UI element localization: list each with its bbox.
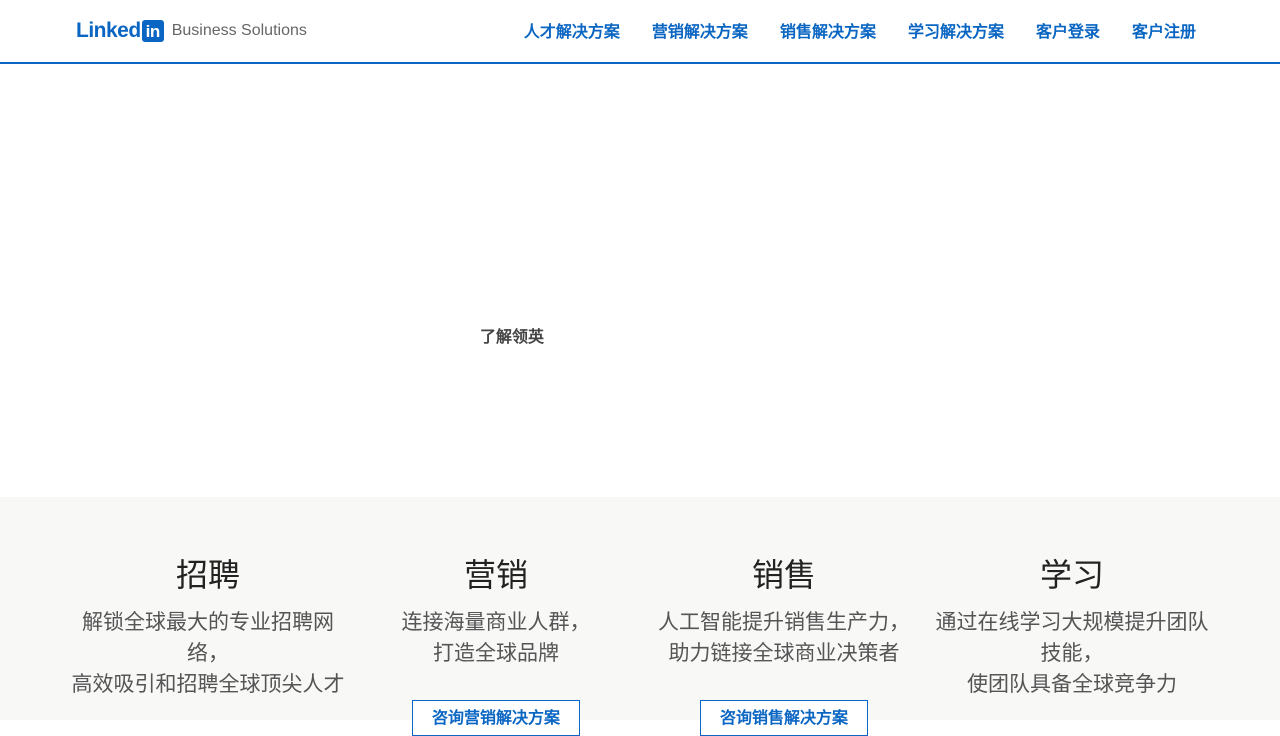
solution-title: 营销 — [463, 556, 528, 594]
consult-marketing-button[interactable]: 咨询营销解决方案 — [412, 700, 580, 736]
description-line: 人工智能提升销售生产力， — [658, 610, 910, 634]
description-line: 技能， — [1040, 641, 1104, 665]
logo-wordmark: Linked — [76, 19, 141, 42]
nav-customer-register[interactable]: 客户注册 — [1132, 20, 1196, 44]
hero-banner: 了解领英 — [0, 64, 1280, 497]
learn-linkedin-link[interactable]: 了解领英 — [480, 326, 544, 348]
site-header: Linked in Business Solutions 人才解决方案 营销解决… — [0, 0, 1280, 64]
solution-title: 销售 — [751, 556, 816, 594]
nav-talent-solutions[interactable]: 人才解决方案 — [524, 20, 620, 44]
solution-description: 连接海量商业人群， 打造全球品牌 — [352, 607, 640, 669]
solutions-section: 招聘 解锁全球最大的专业招聘网 络， 高效吸引和招聘全球顶尖人才 营销 连接海量… — [0, 497, 1280, 736]
description-line: 高效吸引和招聘全球顶尖人才 — [71, 672, 345, 696]
solution-title: 学习 — [1039, 556, 1104, 594]
description-line: 连接海量商业人群， — [401, 610, 591, 634]
description-line: 打造全球品牌 — [433, 641, 559, 665]
solution-title: 招聘 — [175, 556, 240, 594]
solution-description: 解锁全球最大的专业招聘网 络， 高效吸引和招聘全球顶尖人才 — [64, 607, 352, 700]
nav-sales-solutions[interactable]: 销售解决方案 — [780, 20, 876, 44]
description-line: 助力链接全球商业决策者 — [668, 641, 900, 665]
consult-sales-button[interactable]: 咨询销售解决方案 — [700, 700, 868, 736]
solution-description: 通过在线学习大规模提升团队 技能， 使团队具备全球竞争力 — [928, 607, 1216, 700]
linkedin-business-logo[interactable]: Linked in Business Solutions — [76, 19, 307, 43]
linkedin-in-icon: in — [141, 20, 164, 42]
description-line: 络， — [187, 641, 229, 665]
nav-customer-login[interactable]: 客户登录 — [1036, 20, 1100, 44]
description-line: 使团队具备全球竞争力 — [967, 672, 1177, 696]
solution-description: 人工智能提升销售生产力， 助力链接全球商业决策者 — [640, 607, 928, 669]
nav-marketing-solutions[interactable]: 营销解决方案 — [652, 20, 748, 44]
description-line: 解锁全球最大的专业招聘网 — [82, 610, 334, 634]
nav-learning-solutions[interactable]: 学习解决方案 — [908, 20, 1004, 44]
logo-subtitle: Business Solutions — [171, 22, 307, 39]
main-nav: 人才解决方案 营销解决方案 销售解决方案 学习解决方案 客户登录 客户注册 — [492, 20, 1196, 44]
description-line: 通过在线学习大规模提升团队 — [935, 610, 1209, 634]
